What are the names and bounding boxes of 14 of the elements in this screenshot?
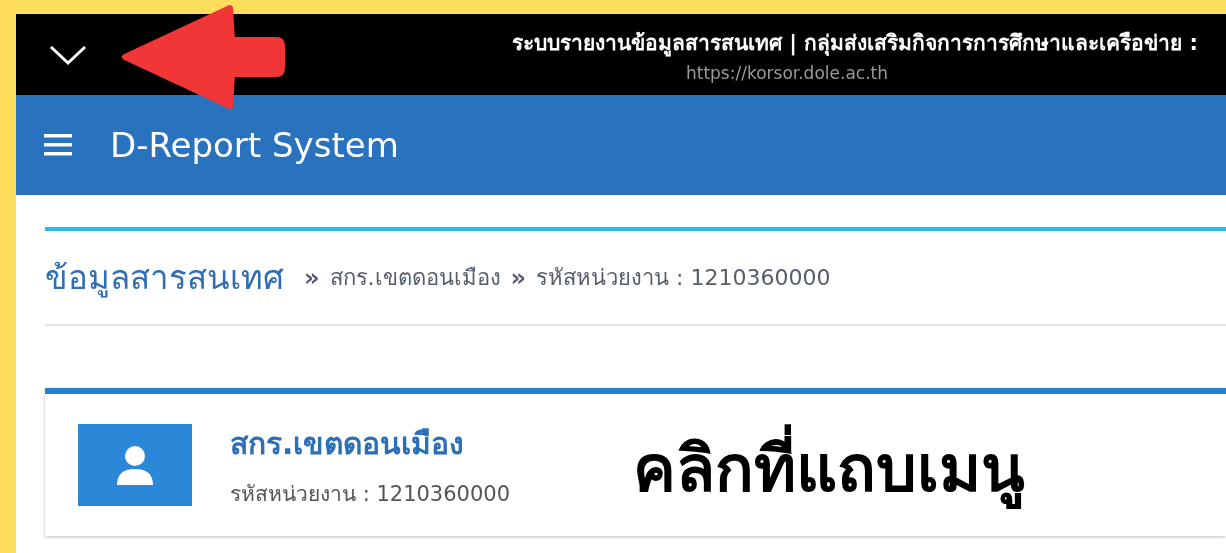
breadcrumb-item: รหัสหน่วยงาน : 1210360000 [536,264,831,292]
annotation-text: คลิกที่แถบเมนู [633,418,1025,521]
page-title: ระบบรายงานข้อมูลสารสนเทศ | กลุ่มส่งเสริมกิจการการศึกษาและเครือข่าย : [512,30,1198,59]
breadcrumb-item: สกร.เขตดอนเมือง [329,264,501,292]
user-icon [115,445,155,485]
app-title: D-Report System [110,125,399,165]
breadcrumb-separator: » [304,263,320,292]
unit-code: รหัสหน่วยงาน : 1210360000 [230,481,511,508]
page-url: https://korsor.dole.ac.th [685,63,888,83]
unit-name: สกร.เขตดอนเมือง [230,425,466,463]
breadcrumb-separator: » [510,263,527,292]
section-heading: ข้อมูลสารสนเทศ [45,257,284,300]
chevron-down-icon[interactable] [48,43,88,66]
menu-icon[interactable] [44,134,72,156]
